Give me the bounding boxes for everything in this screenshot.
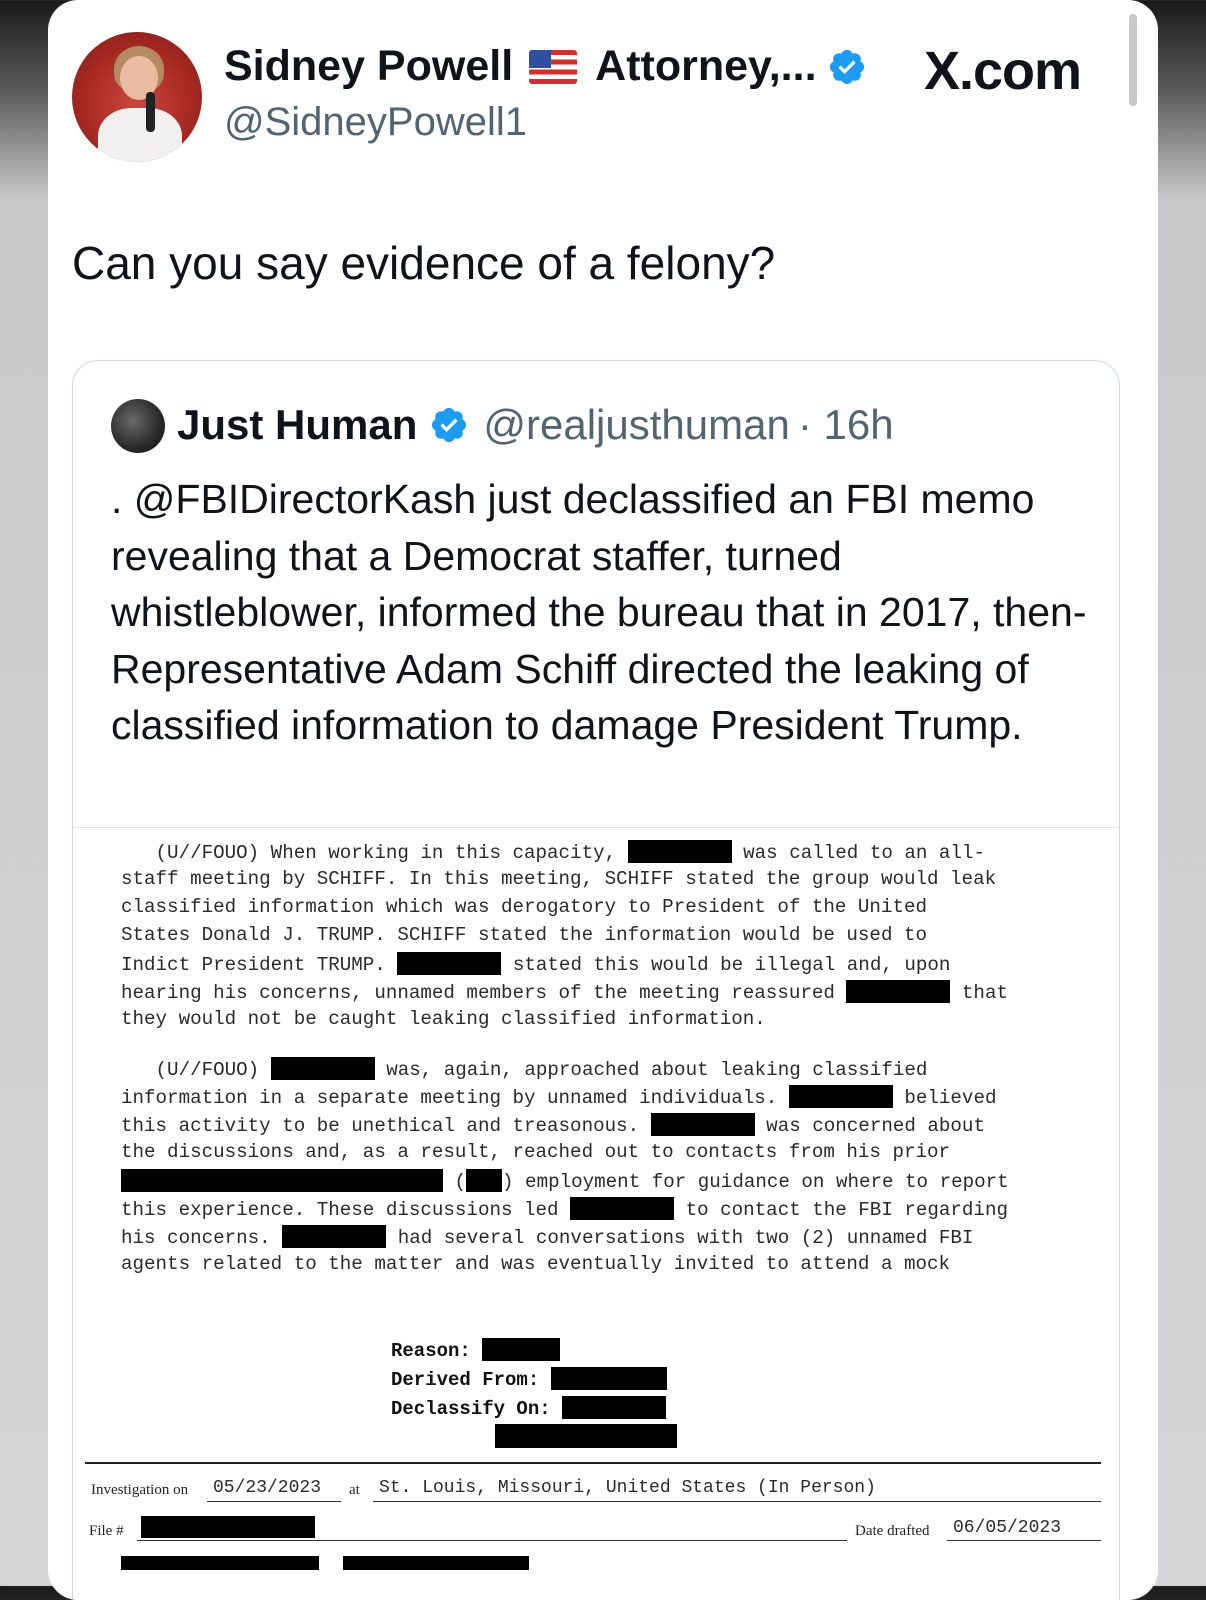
classification-reason: Reason: [391, 1338, 561, 1362]
memo-line: his concerns. had several conversations … [121, 1225, 974, 1249]
divider [85, 1462, 1101, 1464]
quoted-author-avatar[interactable] [111, 399, 165, 453]
redaction-bar [121, 1169, 443, 1192]
redaction-bar [562, 1396, 667, 1419]
investigation-label: Investigation on [91, 1482, 189, 1498]
investigation-location: St. Louis, Missouri, United States (In P… [379, 1478, 876, 1498]
post-text: Can you say evidence of a felony? [72, 237, 776, 289]
memo-line: classified information which was derogat… [121, 896, 928, 918]
memo-line: information in a separate meeting by unn… [121, 1085, 997, 1109]
memo-line: () employment for guidance on where to r… [121, 1169, 1009, 1193]
quoted-post-header: Just Human @realjusthuman · 16h [177, 401, 894, 449]
redaction-bar [270, 1057, 375, 1080]
quoted-post-text: . @FBIDirectorKash just declassified an … [111, 476, 1087, 748]
date-drafted-label: Date drafted [855, 1523, 930, 1539]
author-title: Attorney,... [595, 42, 817, 90]
redaction-bar [550, 1367, 667, 1390]
redaction-bar [570, 1197, 675, 1220]
site-logo: X.com [924, 41, 1082, 101]
scrollbar[interactable] [1129, 14, 1137, 106]
author-handle[interactable]: @SidneyPowell1 [224, 100, 527, 145]
redaction-bar [788, 1085, 893, 1108]
post-card: Sidney Powell Attorney,... @SidneyPowell… [48, 0, 1158, 1600]
memo-line: they would not be caught leaking classif… [121, 1008, 766, 1030]
memo-line: this activity to be unethical and treaso… [121, 1113, 985, 1137]
verified-badge-icon [432, 407, 467, 443]
memo-line: (U//FOUO) When working in this capacity,… [121, 840, 985, 864]
redaction-bar [650, 1113, 755, 1136]
redaction-bar [466, 1169, 503, 1192]
memo-line: States Donald J. TRUMP. SCHIFF stated th… [121, 924, 928, 946]
investigation-date: 05/23/2023 [213, 1478, 322, 1498]
author-name[interactable]: Sidney Powell [224, 42, 513, 91]
memo-line: staff meeting by SCHIFF. In this meeting… [121, 868, 997, 890]
memo-line: this experience. These discussions led t… [121, 1197, 1008, 1221]
redaction-bar [846, 980, 951, 1003]
classification-derived-from: Derived From: [391, 1367, 667, 1391]
redaction-bar [282, 1225, 387, 1248]
memo-line: (U//FOUO) was, again, approached about l… [121, 1057, 928, 1081]
redaction-bar [482, 1338, 561, 1361]
classification-declassify-on: Declassify On: [391, 1396, 667, 1420]
redaction-bar [343, 1556, 529, 1570]
redaction-bar [141, 1516, 315, 1538]
at-label: at [349, 1482, 360, 1498]
author-avatar[interactable] [72, 32, 202, 162]
redaction-bar [397, 952, 502, 975]
quoted-author-handle[interactable]: @realjusthuman [483, 401, 789, 449]
us-flag-icon [529, 49, 578, 84]
memo-line: the discussions and, as a result, reache… [121, 1141, 951, 1163]
redaction-bar [495, 1424, 677, 1448]
author-name-row[interactable]: Sidney Powell Attorney,... [224, 42, 867, 91]
memo-line: Indict President TRUMP. stated this woul… [121, 952, 951, 976]
memo-image[interactable]: (U//FOUO) When working in this capacity,… [73, 827, 1119, 1600]
file-number-label: File # [89, 1523, 124, 1539]
quoted-post-time[interactable]: · 16h [798, 401, 894, 449]
memo-line: agents related to the matter and was eve… [121, 1253, 951, 1275]
verified-badge-icon [829, 49, 864, 84]
redaction-bar [627, 840, 732, 863]
quoted-post[interactable]: Just Human @realjusthuman · 16h . @FBIDi… [72, 360, 1120, 1600]
redaction-bar [121, 1556, 319, 1570]
date-drafted: 06/05/2023 [953, 1518, 1062, 1538]
quoted-author-name[interactable]: Just Human [177, 401, 417, 449]
memo-line: hearing his concerns, unnamed members of… [121, 980, 1008, 1004]
